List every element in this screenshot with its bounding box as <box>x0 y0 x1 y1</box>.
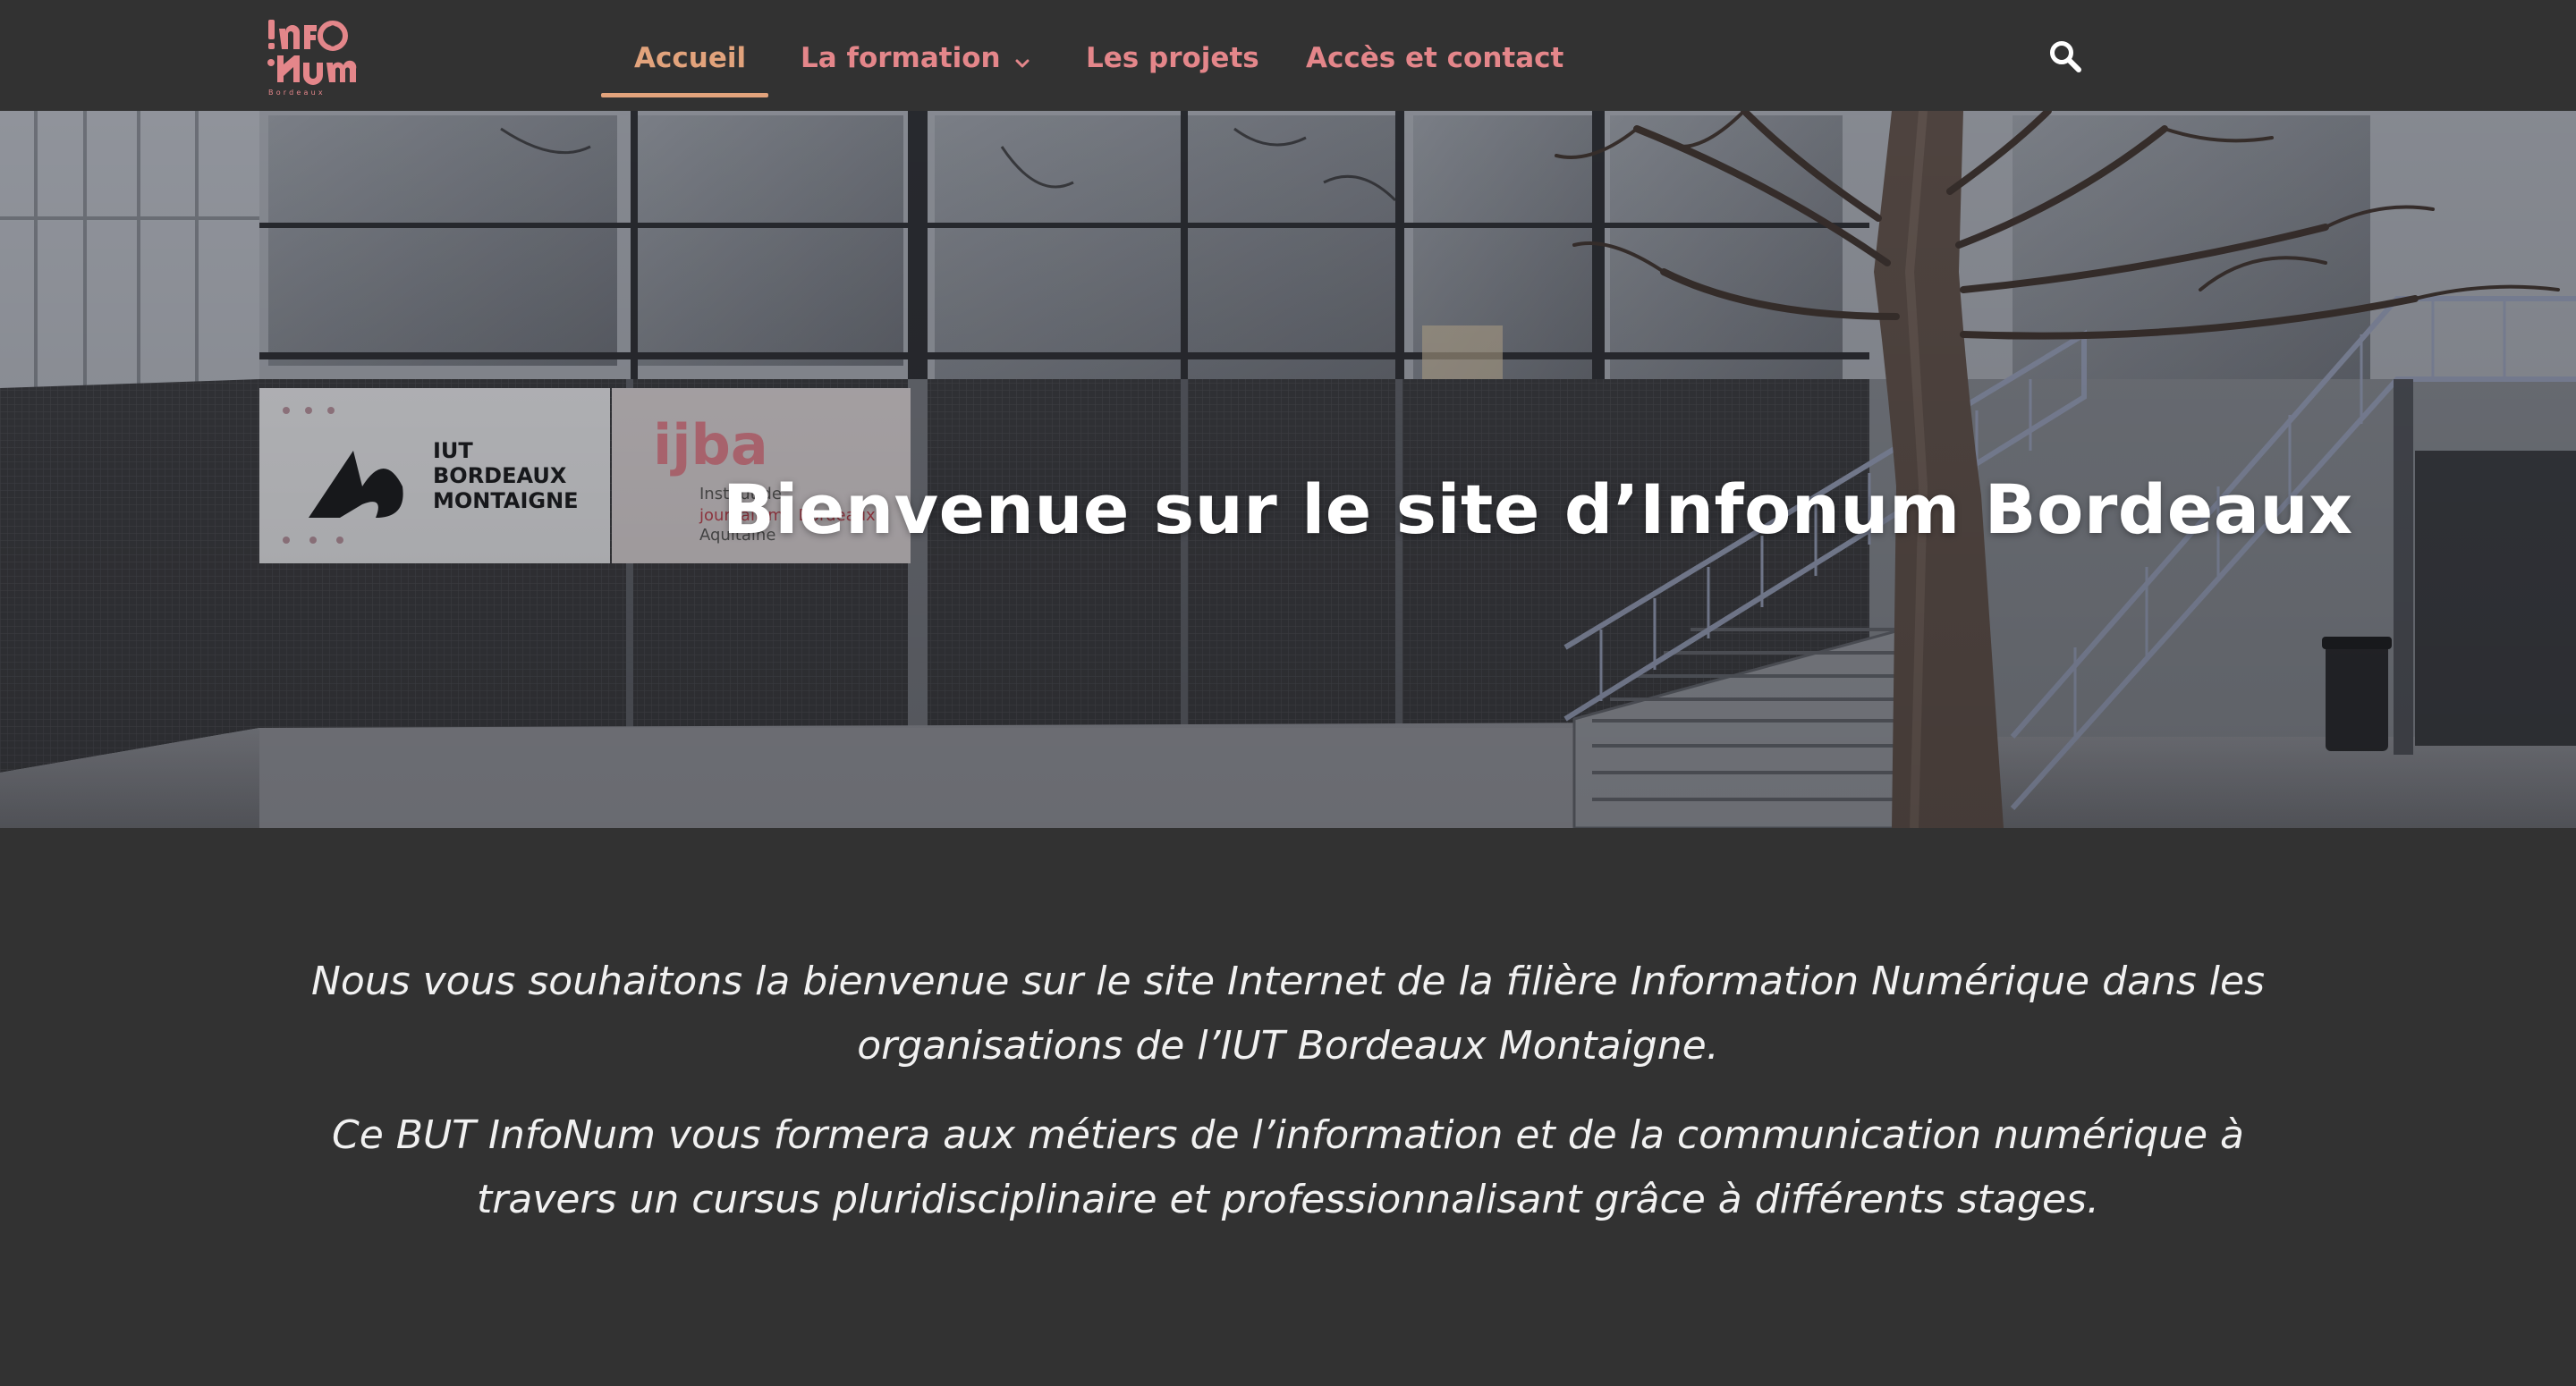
nav-active-indicator <box>601 93 768 97</box>
hero-banner: IUT BORDEAUX MONTAIGNE ijba Institut de … <box>0 111 2576 828</box>
nav-item-les-projets[interactable]: Les projets <box>1086 34 1259 82</box>
intro-paragraph-1: Nous vous souhaitons la bienvenue sur le… <box>310 959 2265 1069</box>
nav-item-label: La formation <box>801 42 1001 74</box>
main-nav: Accueil La formation Les projets Accès e… <box>0 0 2576 111</box>
intro-paragraph-2: Ce BUT InfoNum vous formera aux métiers … <box>331 1112 2245 1222</box>
nav-item-la-formation[interactable]: La formation <box>801 34 1030 82</box>
nav-item-accueil[interactable]: Accueil <box>634 34 746 82</box>
hero-title: Bienvenue sur le site d’Infonum Bordeaux <box>723 469 2353 549</box>
intro-section: Nous vous souhaitons la bienvenue sur le… <box>295 950 2281 1257</box>
nav-item-acces-contact[interactable]: Accès et contact <box>1306 34 1563 82</box>
chevron-down-icon <box>1015 36 1030 84</box>
search-icon <box>2050 41 2081 72</box>
site-header: Bordeaux Accueil La formation Les projet… <box>0 0 2576 111</box>
search-button[interactable] <box>2048 39 2082 73</box>
